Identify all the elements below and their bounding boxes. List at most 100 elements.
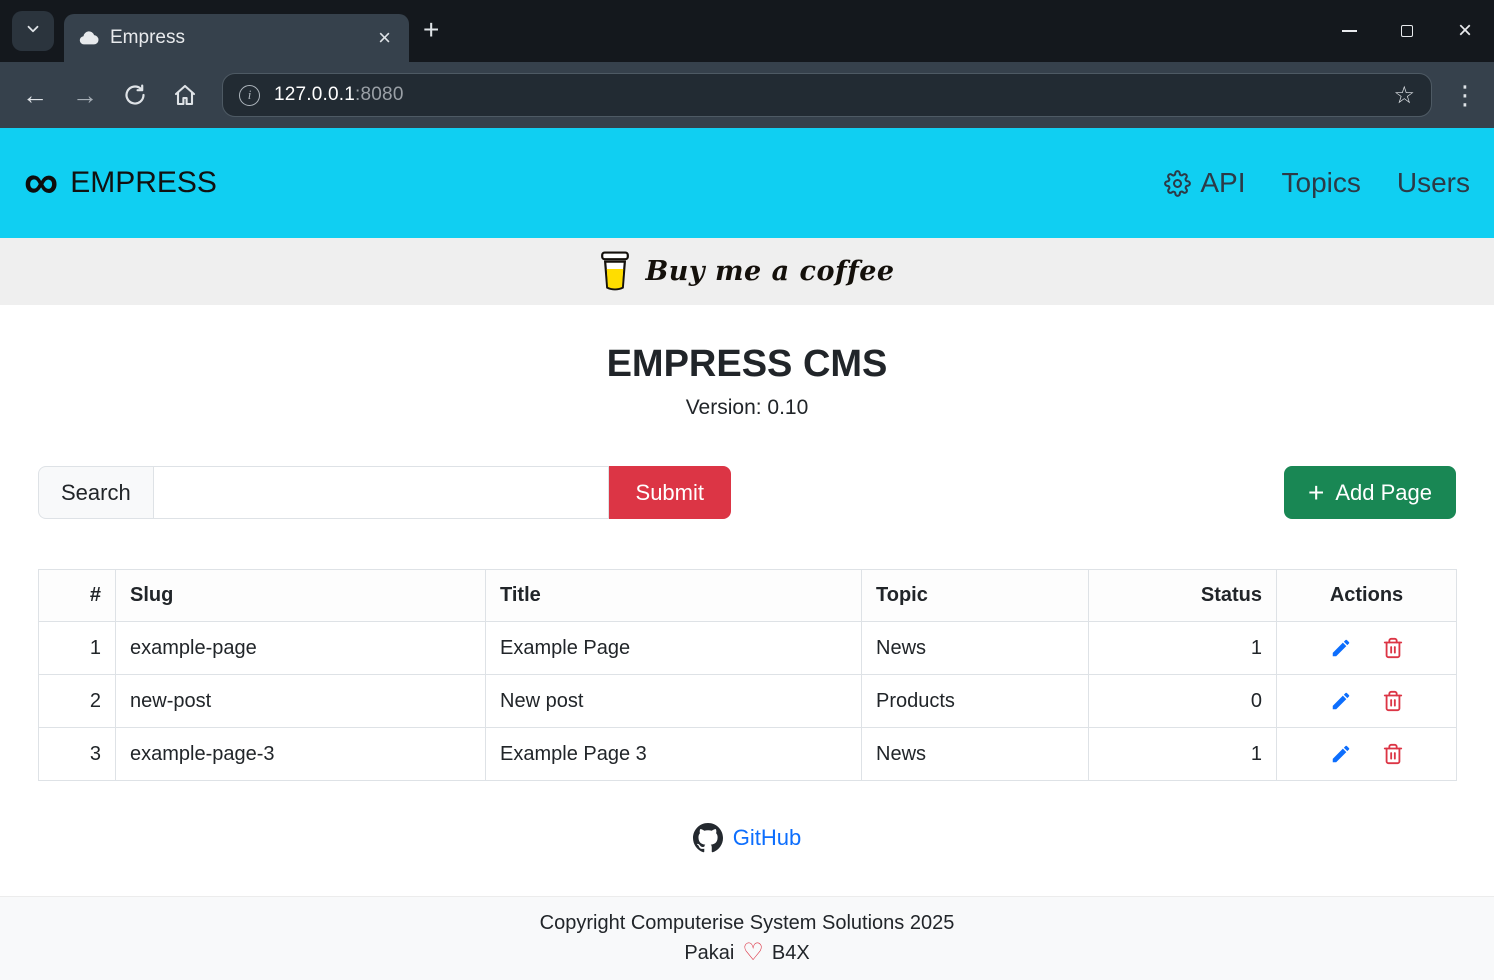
coffee-banner-label: Buy me a coffee — [645, 256, 894, 287]
row-actions — [1291, 689, 1442, 713]
nav-item-users-label: Users — [1397, 167, 1470, 199]
pencil-icon — [1330, 637, 1352, 659]
row-actions — [1291, 742, 1442, 766]
search-input[interactable] — [153, 466, 609, 519]
controls-row: Search Submit + Add Page — [38, 466, 1456, 519]
infinity-icon: ∞ — [24, 164, 58, 202]
back-button[interactable]: ← — [14, 74, 56, 116]
pakai-line: Pakai ♡ B4X — [684, 941, 809, 965]
submit-button[interactable]: Submit — [609, 466, 731, 519]
cloud-icon — [78, 27, 100, 49]
search-group: Search Submit — [38, 466, 731, 519]
plus-icon: + — [1308, 479, 1324, 507]
page-title: EMPRESS CMS — [38, 343, 1456, 386]
header-status: Status — [1089, 570, 1277, 622]
table-row: 2 new-post New post Products 0 — [39, 675, 1457, 728]
table-header-row: # Slug Title Topic Status Actions — [39, 570, 1457, 622]
trash-icon — [1382, 637, 1404, 659]
url-text: 127.0.0.1:8080 — [274, 84, 404, 106]
pencil-icon — [1330, 743, 1352, 765]
browser-tab[interactable]: Empress × — [64, 14, 409, 62]
tab-search-button[interactable] — [12, 11, 54, 51]
tab-title: Empress — [110, 27, 364, 49]
cell-slug: example-page-3 — [116, 728, 486, 781]
minimize-button[interactable] — [1320, 0, 1378, 62]
cell-status: 1 — [1089, 622, 1277, 675]
gear-icon — [1164, 170, 1191, 197]
browser-titlebar: Empress × + × — [0, 0, 1494, 62]
header-slug: Slug — [116, 570, 486, 622]
trash-icon — [1382, 690, 1404, 712]
cell-slug: new-post — [116, 675, 486, 728]
browser-window: Empress × + × ← → i 127.0.0.1:8080 ☆ ⋮ ∞… — [0, 0, 1494, 980]
table-row: 3 example-page-3 Example Page 3 News 1 — [39, 728, 1457, 781]
bookmark-star-icon[interactable]: ☆ — [1393, 81, 1415, 110]
new-tab-button[interactable]: + — [423, 14, 439, 46]
edit-button[interactable] — [1329, 689, 1353, 713]
edit-button[interactable] — [1329, 636, 1353, 660]
nav-item-api-label: API — [1200, 167, 1245, 199]
buy-me-a-coffee-banner[interactable]: Buy me a coffee — [0, 238, 1494, 305]
close-button[interactable]: × — [1436, 0, 1494, 62]
header-actions: Actions — [1277, 570, 1457, 622]
nav-item-api[interactable]: API — [1164, 167, 1245, 199]
maximize-icon — [1401, 25, 1413, 37]
site-header: ∞ EMPRESS API Topics Users — [0, 128, 1494, 238]
maximize-button[interactable] — [1378, 0, 1436, 62]
cell-status: 1 — [1089, 728, 1277, 781]
pencil-icon — [1330, 690, 1352, 712]
cell-topic: News — [862, 622, 1089, 675]
cell-topic: Products — [862, 675, 1089, 728]
tab-close-icon[interactable]: × — [374, 27, 395, 49]
chevron-down-icon — [24, 20, 42, 43]
brand-logo[interactable]: ∞ EMPRESS — [24, 164, 217, 202]
version-label: Version: 0.10 — [38, 396, 1456, 420]
cell-num: 3 — [39, 728, 116, 781]
trash-icon — [1382, 743, 1404, 765]
browser-toolbar: ← → i 127.0.0.1:8080 ☆ ⋮ — [0, 62, 1494, 128]
url-host: 127.0.0.1 — [274, 84, 355, 105]
copyright-text: Copyright Computerise System Solutions 2… — [540, 912, 955, 935]
window-controls: × — [1320, 0, 1494, 62]
edit-button[interactable] — [1329, 742, 1353, 766]
minimize-icon — [1342, 30, 1357, 32]
pages-table: # Slug Title Topic Status Actions 1 exam… — [38, 569, 1457, 781]
nav-item-users[interactable]: Users — [1397, 167, 1470, 199]
cell-title: New post — [486, 675, 862, 728]
site-info-icon[interactable]: i — [239, 85, 260, 106]
cell-num: 2 — [39, 675, 116, 728]
coffee-cup-icon — [599, 250, 631, 294]
delete-button[interactable] — [1381, 742, 1405, 766]
delete-button[interactable] — [1381, 636, 1405, 660]
page-footer: Copyright Computerise System Solutions 2… — [0, 896, 1494, 980]
add-page-button[interactable]: + Add Page — [1284, 466, 1456, 519]
cell-slug: example-page — [116, 622, 486, 675]
browser-menu-button[interactable]: ⋮ — [1450, 80, 1480, 111]
main-content: EMPRESS CMS Version: 0.10 Search Submit … — [0, 305, 1494, 896]
nav-item-topics-label: Topics — [1282, 167, 1361, 199]
cell-title: Example Page 3 — [486, 728, 862, 781]
brand-name: EMPRESS — [70, 166, 217, 200]
header-title: Title — [486, 570, 862, 622]
address-bar[interactable]: i 127.0.0.1:8080 ☆ — [222, 73, 1432, 117]
header-num: # — [39, 570, 116, 622]
search-label: Search — [38, 466, 153, 519]
nav-item-topics[interactable]: Topics — [1282, 167, 1361, 199]
github-link[interactable]: GitHub — [733, 825, 801, 851]
table-row: 1 example-page Example Page News 1 — [39, 622, 1457, 675]
cell-title: Example Page — [486, 622, 862, 675]
forward-button[interactable]: → — [64, 74, 106, 116]
close-icon: × — [1458, 19, 1472, 43]
cell-status: 0 — [1089, 675, 1277, 728]
heart-icon: ♡ — [742, 941, 764, 965]
reload-button[interactable] — [114, 74, 156, 116]
row-actions — [1291, 636, 1442, 660]
home-button[interactable] — [164, 74, 206, 116]
github-row: GitHub — [38, 823, 1456, 853]
home-icon — [173, 83, 197, 107]
cell-num: 1 — [39, 622, 116, 675]
delete-button[interactable] — [1381, 689, 1405, 713]
header-topic: Topic — [862, 570, 1089, 622]
add-page-label: Add Page — [1335, 480, 1432, 506]
site-nav: API Topics Users — [1164, 167, 1470, 199]
